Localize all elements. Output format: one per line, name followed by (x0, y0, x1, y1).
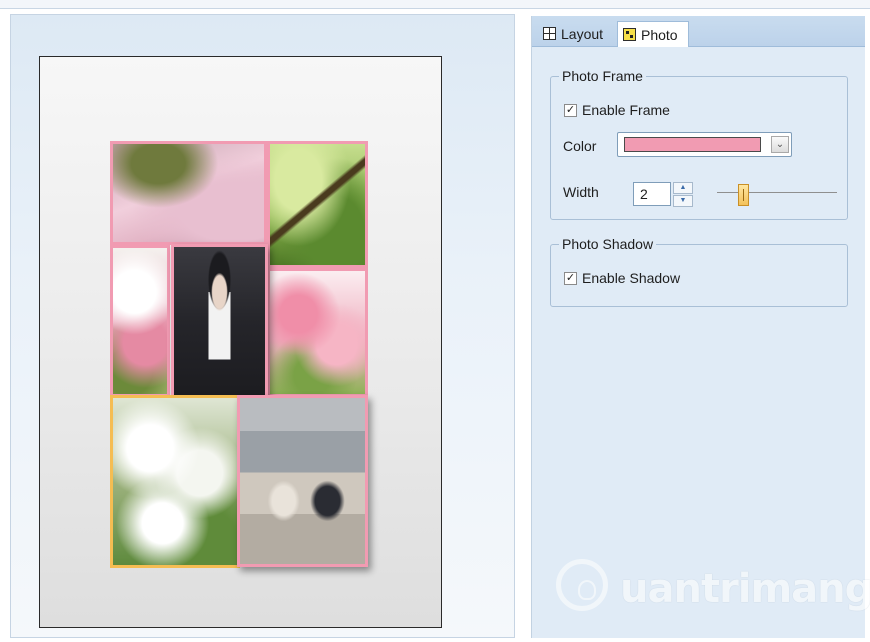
width-slider-thumb[interactable] (738, 184, 749, 206)
green-tree-branch-photo[interactable] (267, 141, 368, 268)
enable-frame-label: Enable Frame (582, 102, 670, 118)
enable-shadow-checkbox[interactable]: ✓ Enable Shadow (564, 270, 680, 286)
chevron-down-icon[interactable]: ⌄ (771, 136, 789, 153)
tab-photo-label: Photo (641, 26, 678, 43)
two-men-sitting-photo[interactable] (237, 395, 368, 567)
enable-shadow-label: Enable Shadow (582, 270, 681, 286)
width-stepper[interactable]: ▲ ▼ (673, 182, 693, 208)
width-slider-track[interactable] (717, 192, 837, 193)
checkmark-icon: ✓ (564, 103, 577, 117)
photo-shadow-legend: Photo Shadow (562, 236, 654, 252)
width-input[interactable]: 2 (633, 182, 671, 206)
photo-icon (623, 28, 636, 41)
watermark: uantrimang (554, 556, 870, 620)
white-blossom-photo[interactable] (110, 395, 240, 568)
tab-strip: Layout Photo (532, 16, 865, 47)
photo-shadow-group: Photo Shadow ✓ Enable Shadow (550, 236, 848, 307)
pink-blossom-path-photo[interactable] (110, 141, 267, 245)
collage-canvas-area (10, 14, 515, 638)
tab-layout[interactable]: Layout (538, 21, 614, 46)
tab-layout-label: Layout (561, 25, 604, 42)
color-label: Color (563, 138, 597, 154)
color-swatch (624, 137, 761, 152)
top-info-text: ········· (6, 0, 39, 4)
checkmark-icon: ✓ (564, 271, 577, 285)
width-label: Width (563, 184, 599, 200)
pink-cherry-blossom-photo[interactable] (267, 268, 368, 397)
properties-panel: Layout Photo Photo Frame ✓ Enable Frame … (531, 16, 865, 638)
pink-flowers-left-photo[interactable] (110, 245, 170, 397)
enable-frame-checkbox[interactable]: ✓ Enable Frame (564, 102, 670, 118)
lightbulb-icon (556, 559, 608, 611)
portrait-man-photo[interactable] (171, 244, 268, 400)
watermark-text: uantrimang (620, 566, 870, 612)
layout-grid-icon (543, 27, 556, 40)
photo-frame-group: Photo Frame ✓ Enable Frame Color ⌄ Width… (550, 68, 848, 220)
top-info-strip: ········· (0, 0, 870, 9)
frame-color-picker[interactable]: ⌄ (617, 132, 792, 157)
tab-photo[interactable]: Photo (617, 21, 689, 47)
spin-down-icon[interactable]: ▼ (673, 195, 693, 207)
spin-up-icon[interactable]: ▲ (673, 182, 693, 194)
collage-page[interactable] (39, 56, 442, 628)
photo-frame-legend: Photo Frame (562, 68, 643, 84)
